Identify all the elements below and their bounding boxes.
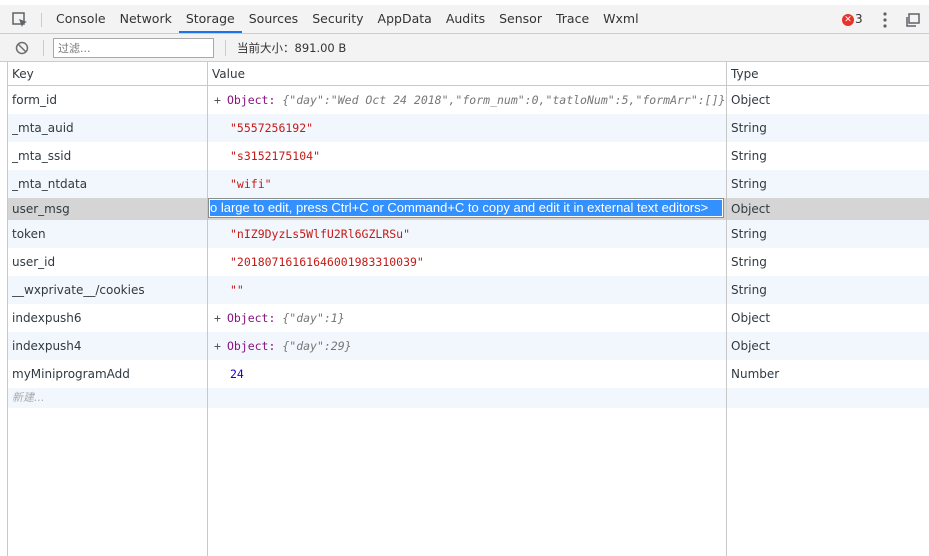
row-type: String: [731, 121, 767, 135]
tab-appdata[interactable]: AppData: [371, 5, 439, 33]
row-value[interactable]: + Object: {"day":"Wed Oct 24 2018","form_…: [210, 86, 726, 114]
column-divider: [207, 62, 208, 556]
inspect-element-icon[interactable]: [11, 11, 29, 29]
row-value[interactable]: + Object: {"day":29}: [210, 332, 726, 360]
table-header: Key Value Type: [8, 62, 929, 86]
object-label: Object:: [226, 93, 276, 107]
tab-audits[interactable]: Audits: [439, 5, 492, 33]
row-value[interactable]: "5557256192": [210, 114, 726, 142]
expand-plus-icon[interactable]: +: [214, 339, 221, 353]
selected-edit-text[interactable]: o large to edit, press Ctrl+C or Command…: [210, 200, 722, 216]
expand-plus-icon[interactable]: +: [214, 93, 221, 107]
row-type: Object: [731, 339, 771, 353]
table-row[interactable]: indexpush4 + Object: {"day":29} Object: [8, 332, 929, 360]
column-header-key[interactable]: Key: [8, 62, 34, 86]
row-key[interactable]: indexpush4: [12, 332, 206, 360]
string-value: "nIZ9DyzLs5WlfU2Rl6GZLRSu": [230, 227, 411, 241]
string-value: "201807161616460019833100​39": [230, 255, 424, 269]
table-row[interactable]: __wxprivate__/cookies "" String: [8, 276, 929, 304]
new-item-row[interactable]: 新建...: [8, 388, 929, 408]
current-size-label: 当前大小：891.00 B: [237, 41, 347, 55]
object-label: Object:: [226, 339, 276, 353]
table-row[interactable]: _mta_ssid "s3152175104" String: [8, 142, 929, 170]
row-type: String: [731, 149, 767, 163]
tab-sensor[interactable]: Sensor: [492, 5, 549, 33]
column-header-value[interactable]: Value: [208, 62, 245, 86]
row-key[interactable]: _mta_ssid: [12, 142, 206, 170]
row-key[interactable]: user_msg: [12, 198, 206, 220]
more-options-icon[interactable]: [877, 10, 893, 30]
tab-trace[interactable]: Trace: [549, 5, 596, 33]
row-key[interactable]: _mta_auid: [12, 114, 206, 142]
filter-input[interactable]: [53, 38, 214, 58]
tab-storage[interactable]: Storage: [178, 5, 242, 33]
undock-window-icon[interactable]: [905, 12, 921, 28]
row-value[interactable]: "201807161616460019833100​39": [210, 248, 726, 276]
row-key[interactable]: _mta_ntdata: [12, 170, 206, 198]
row-key[interactable]: indexpush6: [12, 304, 206, 332]
row-type: String: [731, 255, 767, 269]
table-row[interactable]: form_id + Object: {"day":"Wed Oct 24 2018"…: [8, 86, 929, 114]
panel-tabs: Console Network Storage Sources Security AppD…: [49, 5, 646, 33]
table-row[interactable]: _mta_auid "5557256192" String: [8, 114, 929, 142]
tab-console[interactable]: Console: [49, 5, 113, 33]
string-value: "5557256192": [230, 121, 314, 135]
row-type: Object: [731, 202, 771, 216]
toolbar-separator: [225, 40, 226, 56]
table-row[interactable]: user_id "201807161616460019833100​39" Stri…: [8, 248, 929, 276]
column-header-type[interactable]: Type: [727, 62, 759, 86]
toolbar-separator: [43, 40, 44, 56]
clear-storage-icon[interactable]: [15, 41, 29, 55]
error-count[interactable]: 3: [855, 12, 863, 26]
table-row[interactable]: user_msg o large to edit, press Ctrl+C or…: [8, 198, 929, 220]
object-preview: {"day":1}: [282, 311, 345, 325]
tab-sources[interactable]: Sources: [242, 5, 305, 33]
row-key[interactable]: form_id: [12, 86, 206, 114]
row-type: String: [731, 283, 767, 297]
row-type: Object: [731, 311, 771, 325]
string-value: "s3152175104": [230, 149, 321, 163]
row-key[interactable]: token: [12, 220, 206, 248]
string-value: "wifi": [230, 177, 272, 191]
table-row[interactable]: myMiniprogramAdd 24 Number: [8, 360, 929, 388]
error-x-icon[interactable]: ✕: [842, 14, 854, 26]
row-type: String: [731, 227, 767, 241]
tab-security[interactable]: Security: [305, 5, 370, 33]
row-value[interactable]: "nIZ9DyzLs5WlfU2Rl6GZLRSu": [210, 220, 726, 248]
row-value[interactable]: "wifi": [210, 170, 726, 198]
new-item-placeholder[interactable]: 新建...: [12, 388, 206, 408]
table-row[interactable]: _mta_ntdata "wifi" String: [8, 170, 929, 198]
tab-separator: [41, 13, 42, 27]
row-key[interactable]: user_id: [12, 248, 206, 276]
table-row[interactable]: indexpush6 + Object: {"day":1} Object: [8, 304, 929, 332]
column-divider: [726, 62, 727, 556]
row-key[interactable]: __wxprivate__/cookies: [12, 276, 206, 304]
row-type: Object: [731, 93, 771, 107]
string-value: "": [230, 283, 244, 297]
tab-wxml[interactable]: Wxml: [596, 5, 645, 33]
row-type: String: [731, 177, 767, 191]
object-preview: {"day":29}: [282, 339, 352, 353]
devtools-tab-bar: Console Network Storage Sources Security AppD…: [0, 5, 929, 34]
row-value[interactable]: + Object: {"day":1}: [210, 304, 726, 332]
tab-network[interactable]: Network: [113, 5, 179, 33]
number-value: 24: [230, 367, 244, 381]
row-value[interactable]: "s3152175104": [210, 142, 726, 170]
object-preview: {"day":"Wed Oct 24 2018","form_num":0,"t…: [282, 93, 726, 107]
object-label: Object:: [226, 311, 276, 325]
expand-plus-icon[interactable]: +: [214, 311, 221, 325]
row-value[interactable]: "": [210, 276, 726, 304]
table-body: form_id + Object: {"day":"Wed Oct 24 2018"…: [8, 86, 929, 408]
table-row[interactable]: token "nIZ9DyzLs5WlfU2Rl6GZLRSu" String: [8, 220, 929, 248]
value-edit-field[interactable]: o large to edit, press Ctrl+C or Command…: [208, 198, 724, 218]
row-type: Number: [731, 367, 780, 381]
row-value[interactable]: 24: [210, 360, 726, 388]
row-key[interactable]: myMiniprogramAdd: [12, 360, 206, 388]
edit-text: o large to edit, press Ctrl+C or Command…: [210, 200, 709, 215]
storage-toolbar: 当前大小：891.00 B: [0, 34, 929, 62]
storage-table: Key Value Type form_id + Object: {"day":"W…: [7, 62, 929, 556]
